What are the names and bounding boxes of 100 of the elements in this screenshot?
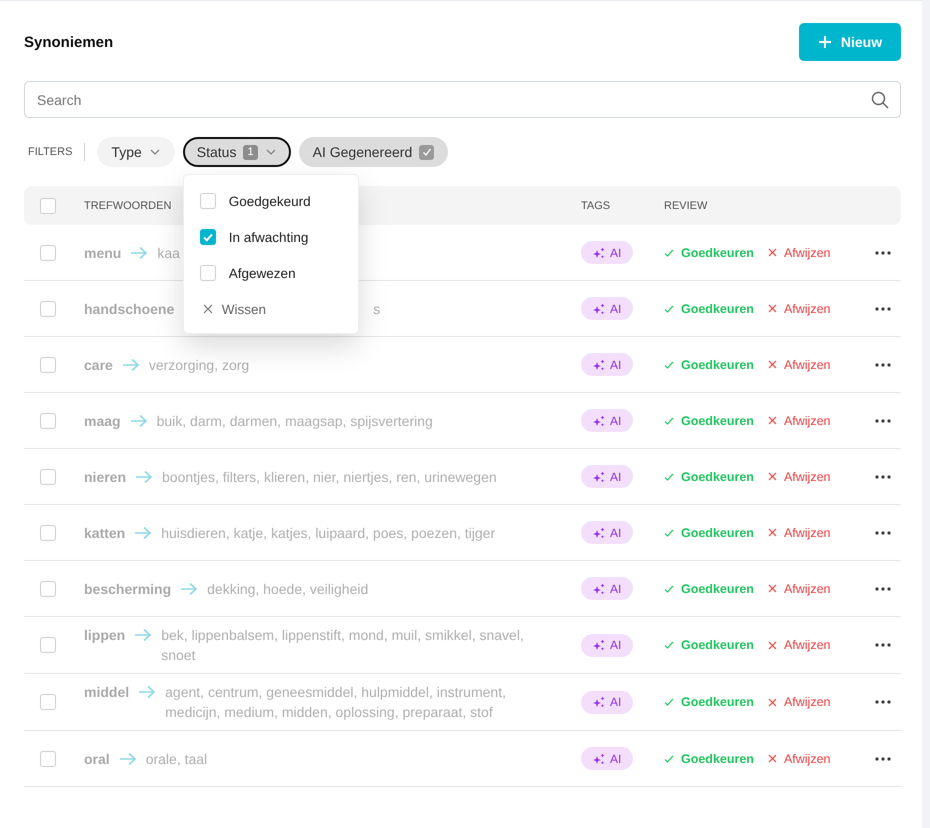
more-button[interactable]	[875, 418, 891, 422]
check-icon	[664, 416, 674, 426]
checkbox[interactable]	[40, 468, 56, 484]
approve-button[interactable]: Goedkeuren	[664, 582, 754, 596]
sparkle-icon	[593, 582, 605, 594]
more-icon	[875, 474, 891, 478]
approve-button[interactable]: Goedkeuren	[664, 695, 754, 709]
filter-chip[interactable]: Type	[97, 137, 175, 167]
approve-button[interactable]: Goedkeuren	[664, 302, 754, 316]
reject-button[interactable]: Afwijzen	[768, 526, 830, 540]
reject-button[interactable]: Afwijzen	[768, 752, 830, 766]
count-badge: 1	[243, 144, 258, 160]
sparkle-icon	[593, 639, 605, 651]
synonyms: s	[373, 300, 380, 318]
reject-button[interactable]: Afwijzen	[768, 246, 830, 260]
reject-button[interactable]: Afwijzen	[768, 302, 830, 316]
checkbox[interactable]	[40, 750, 56, 766]
more-button[interactable]	[875, 474, 891, 478]
more-icon	[875, 700, 891, 704]
checkbox[interactable]	[40, 244, 56, 260]
keyword: bescherming	[84, 580, 172, 598]
checkbox[interactable]	[40, 637, 56, 653]
checkbox[interactable]	[40, 524, 56, 540]
keyword: menu	[84, 244, 122, 262]
filters-label: FILTERS	[28, 146, 72, 158]
checkbox[interactable]	[419, 144, 434, 160]
checkbox[interactable]	[40, 580, 56, 596]
checkbox[interactable]	[200, 265, 216, 281]
more-icon	[875, 250, 891, 254]
close-icon	[768, 754, 777, 763]
arrow-right-icon	[118, 752, 137, 766]
reject-button[interactable]: Afwijzen	[768, 638, 830, 652]
reject-button[interactable]: Afwijzen	[768, 470, 830, 484]
keyword: oral	[84, 750, 110, 768]
reject-button[interactable]: Afwijzen	[768, 358, 830, 372]
synonyms: dekking, hoede, veiligheid	[207, 580, 368, 598]
approve-button[interactable]: Goedkeuren	[664, 638, 754, 652]
close-icon	[768, 416, 777, 425]
more-button[interactable]	[875, 643, 891, 647]
reject-button[interactable]: Afwijzen	[768, 414, 830, 428]
sparkle-icon	[593, 414, 605, 426]
checkbox[interactable]	[200, 229, 216, 245]
approve-button[interactable]: Goedkeuren	[664, 246, 754, 260]
reject-button[interactable]: Afwijzen	[768, 695, 830, 709]
sparkle-icon	[593, 526, 605, 538]
keyword: maag	[84, 412, 121, 430]
checkbox[interactable]	[200, 193, 216, 209]
checkbox[interactable]	[40, 300, 56, 316]
approve-button[interactable]: Goedkeuren	[664, 358, 754, 372]
check-icon	[664, 248, 674, 258]
more-icon	[875, 306, 891, 310]
arrow-right-icon	[135, 470, 154, 484]
more-button[interactable]	[875, 250, 891, 254]
close-icon	[768, 698, 777, 706]
check-icon	[422, 147, 432, 157]
check-icon	[664, 697, 674, 707]
check-icon	[202, 231, 214, 243]
check-icon	[664, 754, 674, 764]
more-button[interactable]	[875, 362, 891, 366]
more-button[interactable]	[875, 756, 891, 760]
menu-option[interactable]: Afgewezen	[228, 266, 296, 280]
more-button[interactable]	[875, 306, 891, 310]
sparkle-icon	[593, 246, 605, 258]
approve-button[interactable]: Goedkeuren	[664, 470, 754, 484]
check-icon	[664, 360, 674, 370]
approve-button[interactable]: Goedkeuren	[664, 752, 754, 766]
sparkle-icon	[593, 752, 605, 764]
menu-option[interactable]: In afwachting	[228, 230, 308, 244]
keyword: katten	[84, 524, 126, 542]
filter-chip[interactable]: AI Gegenereerd	[298, 137, 448, 167]
new-button[interactable]: Nieuw	[799, 23, 901, 61]
checkbox[interactable]	[40, 694, 56, 710]
clear-button[interactable]: Wissen	[200, 291, 266, 327]
synonyms: boontjes, filters, klieren, nier, niertjes, ren, urinewegen	[162, 468, 497, 486]
column-header: TAGS	[581, 200, 610, 212]
close-icon	[768, 248, 777, 257]
menu-option[interactable]: Goedgekeurd	[228, 194, 311, 208]
ai-tag: AI	[581, 465, 634, 488]
sparkle-icon	[593, 302, 605, 314]
check-icon	[664, 584, 674, 594]
ai-tag: AI	[581, 521, 634, 544]
reject-button[interactable]: Afwijzen	[768, 582, 830, 596]
ai-tag: AI	[581, 409, 634, 432]
close-icon	[768, 304, 777, 313]
more-button[interactable]	[875, 700, 891, 704]
close-icon	[202, 304, 213, 314]
check-icon	[664, 472, 674, 482]
search-field[interactable]: Search	[24, 81, 901, 118]
checkbox[interactable]	[40, 198, 56, 214]
synonyms: agent, centrum, geneesmiddel, hulpmiddel, instrument, medicijn, medium, midden, oplossing, preparaat, stof	[165, 683, 507, 722]
synonyms: kaa	[157, 244, 180, 262]
keyword: nieren	[84, 468, 126, 486]
checkbox[interactable]	[40, 356, 56, 372]
keyword: handschoene	[84, 300, 174, 318]
more-button[interactable]	[875, 530, 891, 534]
approve-button[interactable]: Goedkeuren	[664, 526, 754, 540]
synonyms: orale, taal	[146, 750, 208, 768]
checkbox[interactable]	[40, 412, 56, 428]
more-button[interactable]	[875, 586, 891, 590]
approve-button[interactable]: Goedkeuren	[664, 414, 754, 428]
